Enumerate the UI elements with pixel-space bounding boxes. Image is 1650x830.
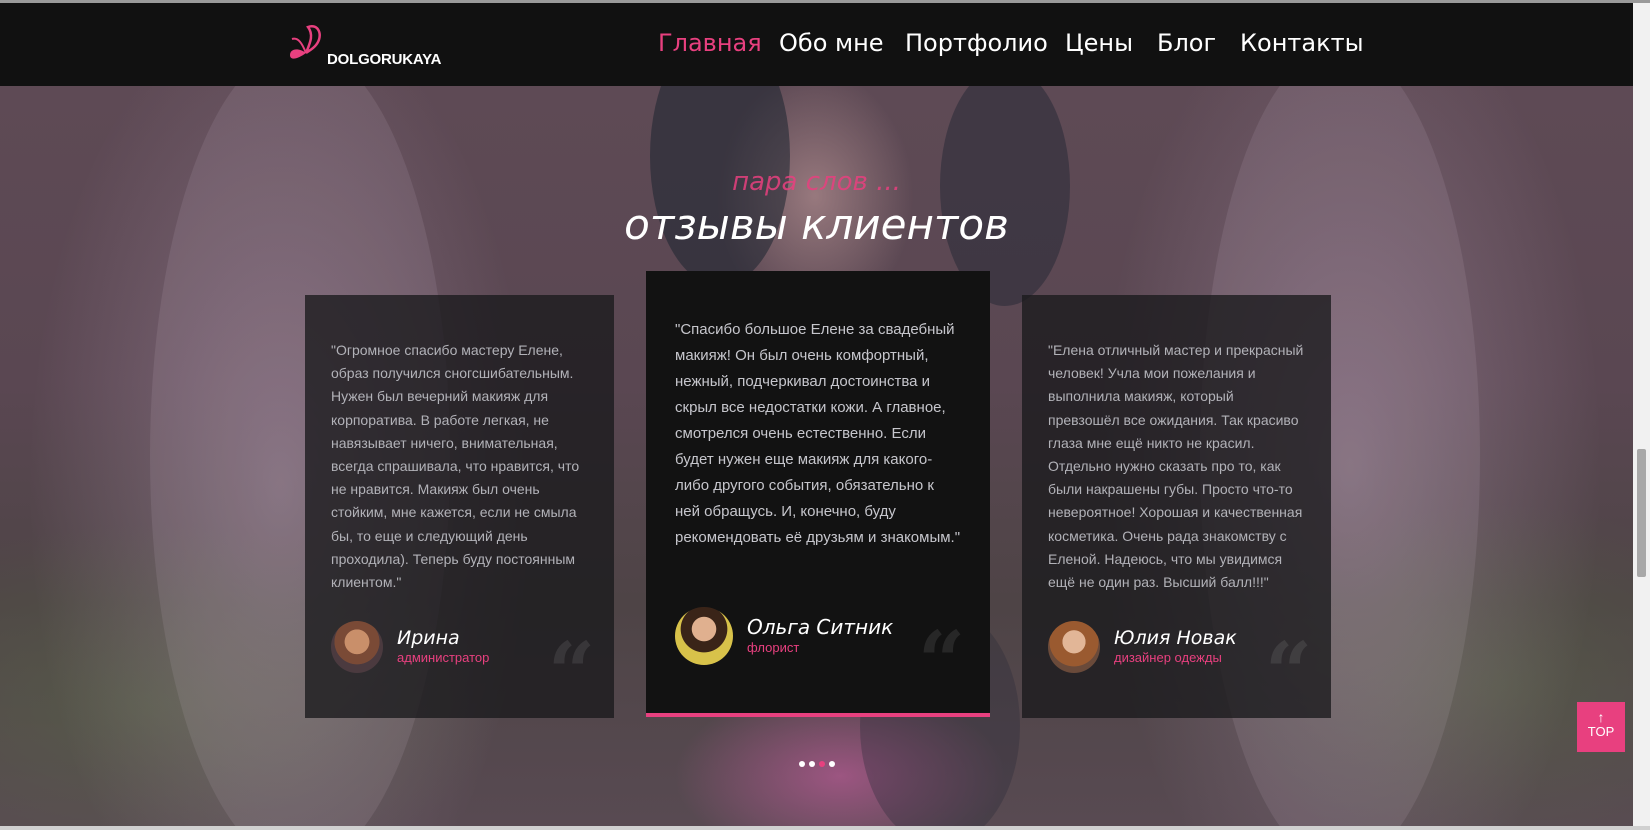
avatar xyxy=(331,621,383,673)
carousel-dot[interactable] xyxy=(799,761,805,767)
nav-item-about[interactable]: Обо мне xyxy=(779,29,884,57)
nav-item-blog[interactable]: Блог xyxy=(1157,29,1216,57)
section-title: отзывы клиентов xyxy=(624,200,1009,249)
author-name: Ольга Ситник xyxy=(747,615,894,639)
testimonial-author: Ольга Ситник флорист xyxy=(675,607,893,665)
testimonial-text: "Елена отличный мастер и прекрасный чело… xyxy=(1048,342,1304,591)
author-role: флорист xyxy=(747,640,800,655)
author-role: дизайнер одежды xyxy=(1114,650,1222,666)
author-name: Юлия Новак xyxy=(1114,626,1237,649)
quote-icon: “ xyxy=(918,614,966,710)
top-button-label: TOP xyxy=(1587,724,1615,739)
testimonial-text: "Спасибо большое Елене за свадебный маки… xyxy=(675,321,961,546)
quote-icon: “ xyxy=(1265,625,1313,721)
testimonial-author: Ирина администратор xyxy=(331,621,489,673)
site-header: DOLGORUKAYA Главная Обо мне Портфолио Це… xyxy=(0,3,1633,86)
nav-item-prices[interactable]: Цены xyxy=(1065,29,1133,57)
nav-item-portfolio[interactable]: Портфолио xyxy=(905,29,1048,57)
testimonial-author: Юлия Новак дизайнер одежды xyxy=(1048,621,1237,673)
arrow-up-icon: ↑ xyxy=(1597,709,1605,725)
page-scrollbar[interactable] xyxy=(1633,3,1650,826)
window-bottom-bar xyxy=(0,826,1650,830)
testimonial-card: "Огромное спасибо мастеру Елене, образ п… xyxy=(305,295,614,718)
scrollbar-thumb[interactable] xyxy=(1637,449,1646,577)
section-pretitle: пара слов ... xyxy=(732,167,901,197)
carousel-dot-active[interactable] xyxy=(819,761,825,767)
nav-item-home[interactable]: Главная xyxy=(658,29,762,57)
nav-item-contacts[interactable]: Контакты xyxy=(1240,29,1364,57)
author-name: Ирина xyxy=(397,626,460,649)
quote-icon: “ xyxy=(548,625,596,721)
testimonial-card-active: "Спасибо большое Елене за свадебный маки… xyxy=(646,271,990,717)
testimonial-card: "Елена отличный мастер и прекрасный чело… xyxy=(1022,295,1331,718)
testimonial-text: "Огромное спасибо мастеру Елене, образ п… xyxy=(331,342,580,591)
avatar xyxy=(1048,621,1100,673)
carousel-dots xyxy=(799,761,835,767)
carousel-dot[interactable] xyxy=(809,761,815,767)
carousel-dot[interactable] xyxy=(829,761,835,767)
author-role: администратор xyxy=(397,650,490,666)
avatar xyxy=(675,607,733,665)
main-nav: Главная Обо мне Портфолио Цены Блог Конт… xyxy=(0,3,1633,86)
scroll-to-top-button[interactable]: ↑ TOP xyxy=(1577,702,1625,752)
